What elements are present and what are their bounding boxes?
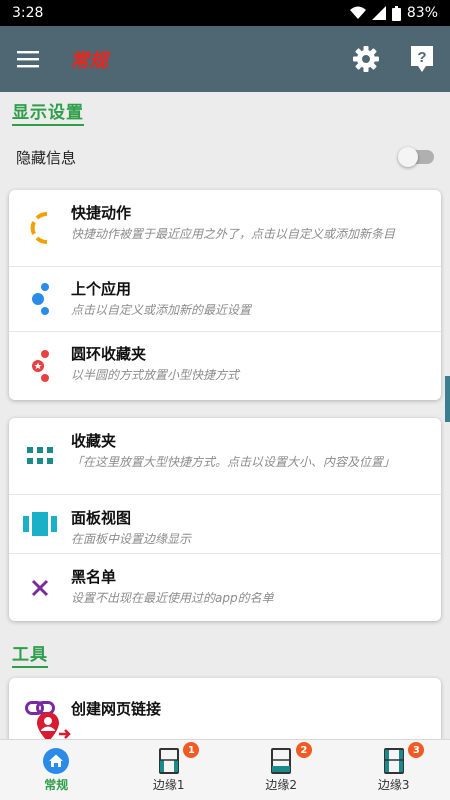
list-item-last-app[interactable]: 上个应用 点击以自定义或添加新的最近设置 [9,267,441,332]
hide-info-row[interactable]: 隐藏信息 [0,140,450,174]
item-title: 圆环收藏夹 [71,345,147,363]
svg-text:?: ? [417,49,426,66]
edge-panel-icon [271,747,292,774]
section-display-settings: 显示设置 [12,98,84,126]
gear-icon [353,46,379,72]
favorites-grid-icon [27,447,53,464]
settings-button[interactable] [338,26,394,92]
list-item-panel-view[interactable]: 面板视图 在面板中设置边缘显示 [9,495,441,554]
item-title: 黑名单 [71,568,117,586]
toggle-knob [398,147,418,167]
last-app-icon [32,283,49,315]
nav-badge: 3 [408,742,425,758]
circle-favorites-icon [32,350,49,382]
menu-button[interactable] [0,26,56,92]
nav-tab-general[interactable]: 常规 [0,740,113,800]
item-title: 收藏夹 [71,432,117,450]
edge-panel-icon [158,747,179,774]
hide-info-label: 隐藏信息 [16,148,77,167]
help-icon: ? [411,46,433,72]
nav-label: 常规 [44,777,69,792]
quick-action-icon [30,212,48,244]
item-title: 上个应用 [71,280,132,298]
bottom-navigation: 常规 1 边缘1 2 边缘2 3 边缘3 [0,739,450,800]
home-icon [43,747,70,774]
item-title: 面板视图 [71,509,132,527]
list-item-blacklist[interactable]: 黑名单 设置不出现在最近使用过的app的名单 [9,554,441,621]
item-subtitle: 以半圆的方式放置小型快捷方式 [71,368,240,382]
nav-label: 边缘3 [377,777,410,792]
nav-label: 边缘1 [152,777,185,792]
app-bar: 常规 ? [0,26,450,92]
hide-info-toggle[interactable] [398,147,434,167]
close-icon [31,579,49,596]
panel-view-icon [23,512,57,536]
scroll-indicator[interactable] [445,376,450,422]
status-bar: 3:28 83% [0,0,450,26]
help-button[interactable]: ? [394,26,450,92]
item-subtitle: 点击以自定义或添加新的最近设置 [71,303,252,317]
battery-icon [391,5,401,21]
list-item-create-web-link[interactable]: 创建网页链接 [9,678,441,738]
section-tools: 工具 [12,640,48,668]
item-title: 创建网页链接 [71,700,162,718]
wifi-icon [349,6,366,19]
item-subtitle: 快捷动作被置于最近应用之外了，点击以自定义或添加新条目 [71,227,396,241]
page-title: 常规 [70,49,109,72]
nav-badge: 2 [295,742,312,758]
item-subtitle: 「在这里放置大型快捷方式。点击以设置大小、内容及位置」 [71,455,396,469]
signal-icon [371,6,386,20]
status-time: 3:28 [12,5,44,21]
nav-tab-edge3[interactable]: 3 边缘3 [338,740,450,800]
nav-badge: 1 [183,742,200,758]
battery-percent: 83% [406,5,438,21]
item-subtitle: 设置不出现在最近使用过的app的名单 [71,591,274,605]
item-title: 快捷动作 [71,204,132,222]
nav-tab-edge2[interactable]: 2 边缘2 [225,740,338,800]
nav-label: 边缘2 [265,777,298,792]
list-item-circle-favorites[interactable]: 圆环收藏夹 以半圆的方式放置小型快捷方式 [9,332,441,400]
menu-icon [17,51,39,68]
edge-panel-icon [383,747,404,774]
card-gestures: 快捷动作 快捷动作被置于最近应用之外了，点击以自定义或添加新条目 上个应用 点击… [9,190,441,400]
card-tools: 创建网页链接 [9,678,441,748]
item-subtitle: 在面板中设置边缘显示 [71,532,192,546]
list-item-quick-action[interactable]: 快捷动作 快捷动作被置于最近应用之外了，点击以自定义或添加新条目 [9,190,441,267]
card-panels: 收藏夹 「在这里放置大型快捷方式。点击以设置大小、内容及位置」 面板视图 在面板… [9,418,441,621]
nav-tab-edge1[interactable]: 1 边缘1 [113,740,226,800]
list-item-favorites[interactable]: 收藏夹 「在这里放置大型快捷方式。点击以设置大小、内容及位置」 [9,418,441,495]
